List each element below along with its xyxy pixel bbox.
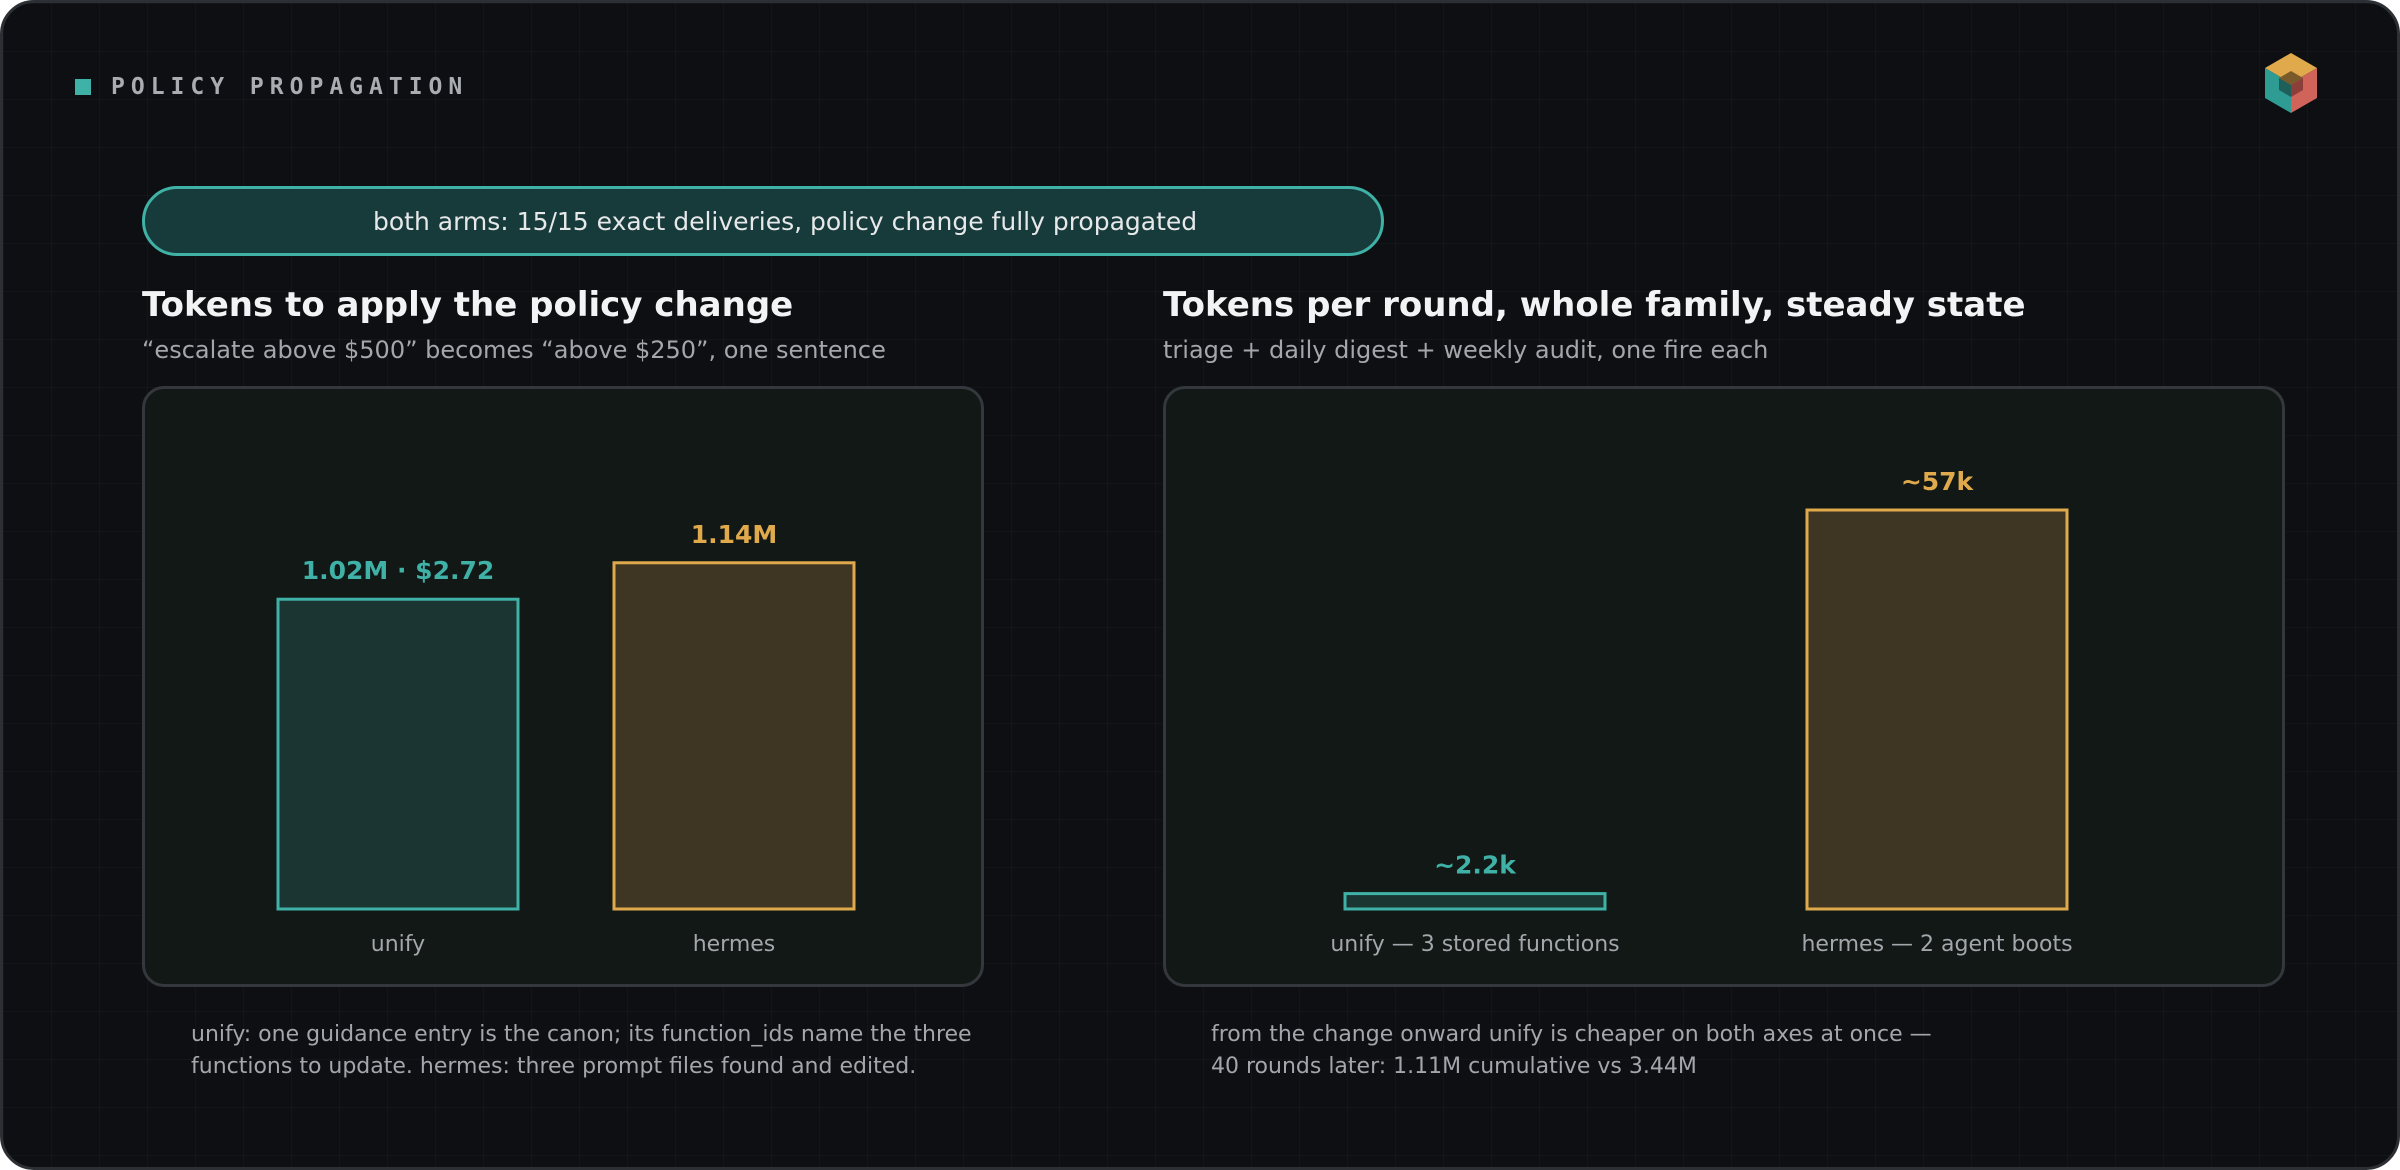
bar-value-label: 1.02M · $2.72 xyxy=(302,556,495,585)
category-label: hermes — 2 agent boots xyxy=(1801,932,2072,957)
chart-title-right: Tokens per round, whole family, steady s… xyxy=(1163,285,2026,325)
caption-right-line: 40 rounds later: 1.11M cumulative vs 3.4… xyxy=(1211,1054,1697,1079)
chart-panel-right: ~2.2k unify — 3 stored functions ~57k herme… xyxy=(1163,386,2285,987)
slide-frame: POLICY PROPAGATION both arms: 15/15 exac… xyxy=(0,0,2400,1170)
chart-subtitle-right: triage + daily digest + weekly audit, on… xyxy=(1163,336,1769,364)
square-bullet-icon xyxy=(75,79,91,95)
bar-unify xyxy=(276,597,520,911)
bar-hermes xyxy=(612,561,856,911)
category-label: unify — 3 stored functions xyxy=(1330,932,1619,957)
bar-value-label: 1.14M xyxy=(691,520,778,549)
bar-unify xyxy=(1343,892,1607,911)
chart-title-left: Tokens to apply the policy change xyxy=(142,285,794,325)
bar-hermes xyxy=(1805,508,2069,911)
cube-logo-icon xyxy=(2265,53,2317,113)
section-title: POLICY PROPAGATION xyxy=(111,74,469,100)
caption-right-line: from the change onward unify is cheaper … xyxy=(1211,1022,1932,1047)
bar-value-label: ~57k xyxy=(1901,467,1975,496)
chart-subtitle-left: “escalate above $500” becomes “above $25… xyxy=(142,336,886,364)
category-label: hermes xyxy=(693,932,776,957)
caption-left-line: functions to update. hermes: three promp… xyxy=(191,1054,917,1079)
caption-left: unify: one guidance entry is the canon; … xyxy=(191,1019,972,1083)
section-header: POLICY PROPAGATION xyxy=(75,74,468,100)
chart-panel-left: 1.02M · $2.72 unify 1.14M hermes xyxy=(142,386,984,987)
category-label: unify xyxy=(371,932,425,957)
summary-banner-text: both arms: 15/15 exact deliveries, polic… xyxy=(373,206,1198,236)
caption-left-line: unify: one guidance entry is the canon; … xyxy=(191,1022,972,1047)
caption-right: from the change onward unify is cheaper … xyxy=(1211,1019,1932,1083)
summary-banner: both arms: 15/15 exact deliveries, polic… xyxy=(142,186,1384,256)
bar-value-label: ~2.2k xyxy=(1434,851,1517,880)
bar-chart-left: 1.02M · $2.72 unify 1.14M hermes xyxy=(276,520,856,957)
bar-chart-right: ~2.2k unify — 3 stored functions ~57k herme… xyxy=(1330,467,2072,957)
